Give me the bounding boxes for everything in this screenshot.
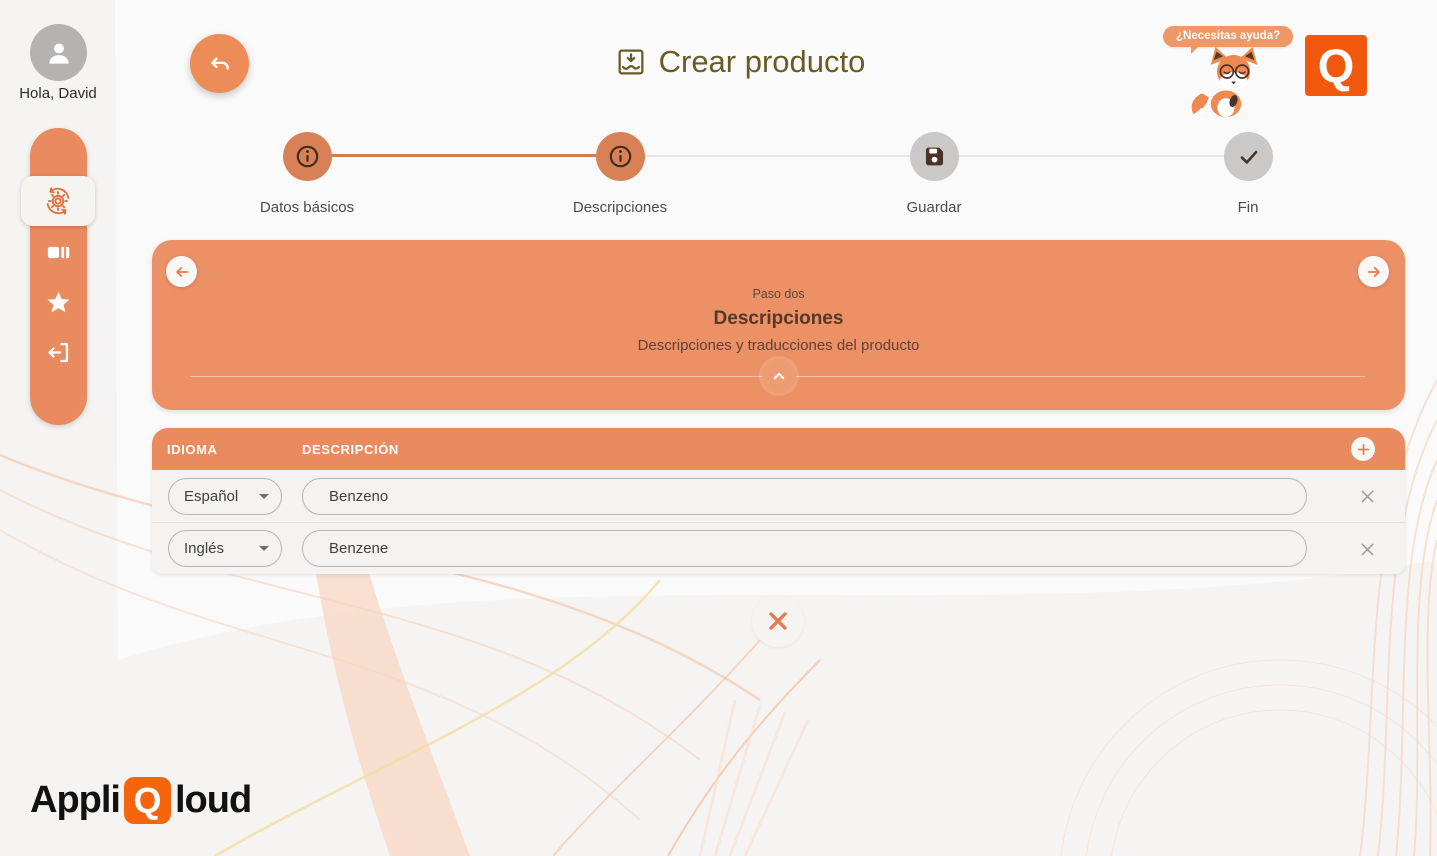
table-header: IDIOMA DESCRIPCIÓN [152,428,1405,470]
close-x-icon [765,608,791,634]
star-icon [45,289,72,316]
table-row-ingles: Inglés [152,522,1405,574]
info-icon [294,143,321,170]
sidebar-item-logout[interactable] [45,339,72,366]
page-title-text: Crear producto [659,44,866,80]
step-datos-basicos[interactable] [283,132,332,181]
gear-sync-icon [43,186,73,216]
language-select-1-value: Inglés [184,540,224,557]
footer-logo-post: loud [175,779,251,822]
footer-brand-logo: Appli Q loud [30,777,251,824]
info-icon [607,143,634,170]
step-label-descripciones: Descripciones [535,199,705,216]
language-select-0[interactable]: Español [168,478,282,515]
sidebar-item-favorites[interactable] [45,289,72,316]
step-descripciones[interactable] [596,132,645,181]
banner-next-button[interactable] [1358,256,1389,287]
banner-collapse-button[interactable] [762,359,796,393]
arrow-right-icon [1365,263,1383,281]
chevron-down-icon [259,546,269,556]
language-select-0-value: Español [184,488,238,505]
logout-icon [45,339,72,366]
delete-row-1-button[interactable] [1357,539,1377,559]
ticket-icon [45,239,72,266]
banner-title: Descripciones [152,308,1405,330]
sidebar-item-processes[interactable] [21,176,95,226]
plus-icon [1356,442,1371,457]
greeting-text: Hola, David [8,85,108,102]
product-box-icon [615,46,647,78]
page-title: Crear producto [430,44,1050,80]
stepper-connector-1 [331,154,597,157]
footer-logo-pre: Appli [30,779,120,822]
undo-arrow-icon [206,50,234,78]
sidebar-item-tickets[interactable] [45,239,72,266]
close-wizard-button[interactable] [752,595,804,647]
description-input-0[interactable] [302,478,1307,515]
description-input-1[interactable] [302,530,1307,567]
column-header-idioma: IDIOMA [167,442,302,457]
add-row-button[interactable] [1351,437,1375,461]
brand-logo-letter: Q [1318,38,1355,93]
step-fin[interactable] [1224,132,1273,181]
step-banner: Paso dos Descripciones Descripciones y t… [152,240,1405,410]
fox-mascot [1186,44,1264,125]
banner-step-label: Paso dos [152,287,1405,301]
back-button[interactable] [190,34,249,93]
person-icon [42,36,76,70]
arrow-left-icon [173,263,191,281]
close-icon [1358,487,1377,506]
delete-row-0-button[interactable] [1357,486,1377,506]
step-label-guardar: Guardar [849,199,1019,216]
chevron-down-icon [259,494,269,504]
descriptions-table: IDIOMA DESCRIPCIÓN Español Inglés [152,428,1405,574]
column-header-descripcion: DESCRIPCIÓN [302,442,399,457]
chevron-up-icon [769,366,789,386]
step-guardar[interactable] [910,132,959,181]
brand-logo[interactable]: Q [1305,35,1367,96]
step-label-datos-basicos: Datos básicos [222,199,392,216]
language-select-1[interactable]: Inglés [168,530,282,567]
stepper-connector-3 [958,155,1225,157]
user-avatar[interactable] [30,24,87,81]
close-icon [1358,540,1377,559]
banner-subtitle: Descripciones y traducciones del product… [152,337,1405,354]
table-row-espanol: Español [152,470,1405,522]
banner-prev-button[interactable] [166,256,197,287]
sidebar [30,128,87,425]
save-icon [922,144,947,169]
footer-logo-q: Q [124,777,171,824]
stepper-connector-2 [644,155,911,157]
step-label-fin: Fin [1163,199,1333,216]
check-icon [1236,144,1262,170]
